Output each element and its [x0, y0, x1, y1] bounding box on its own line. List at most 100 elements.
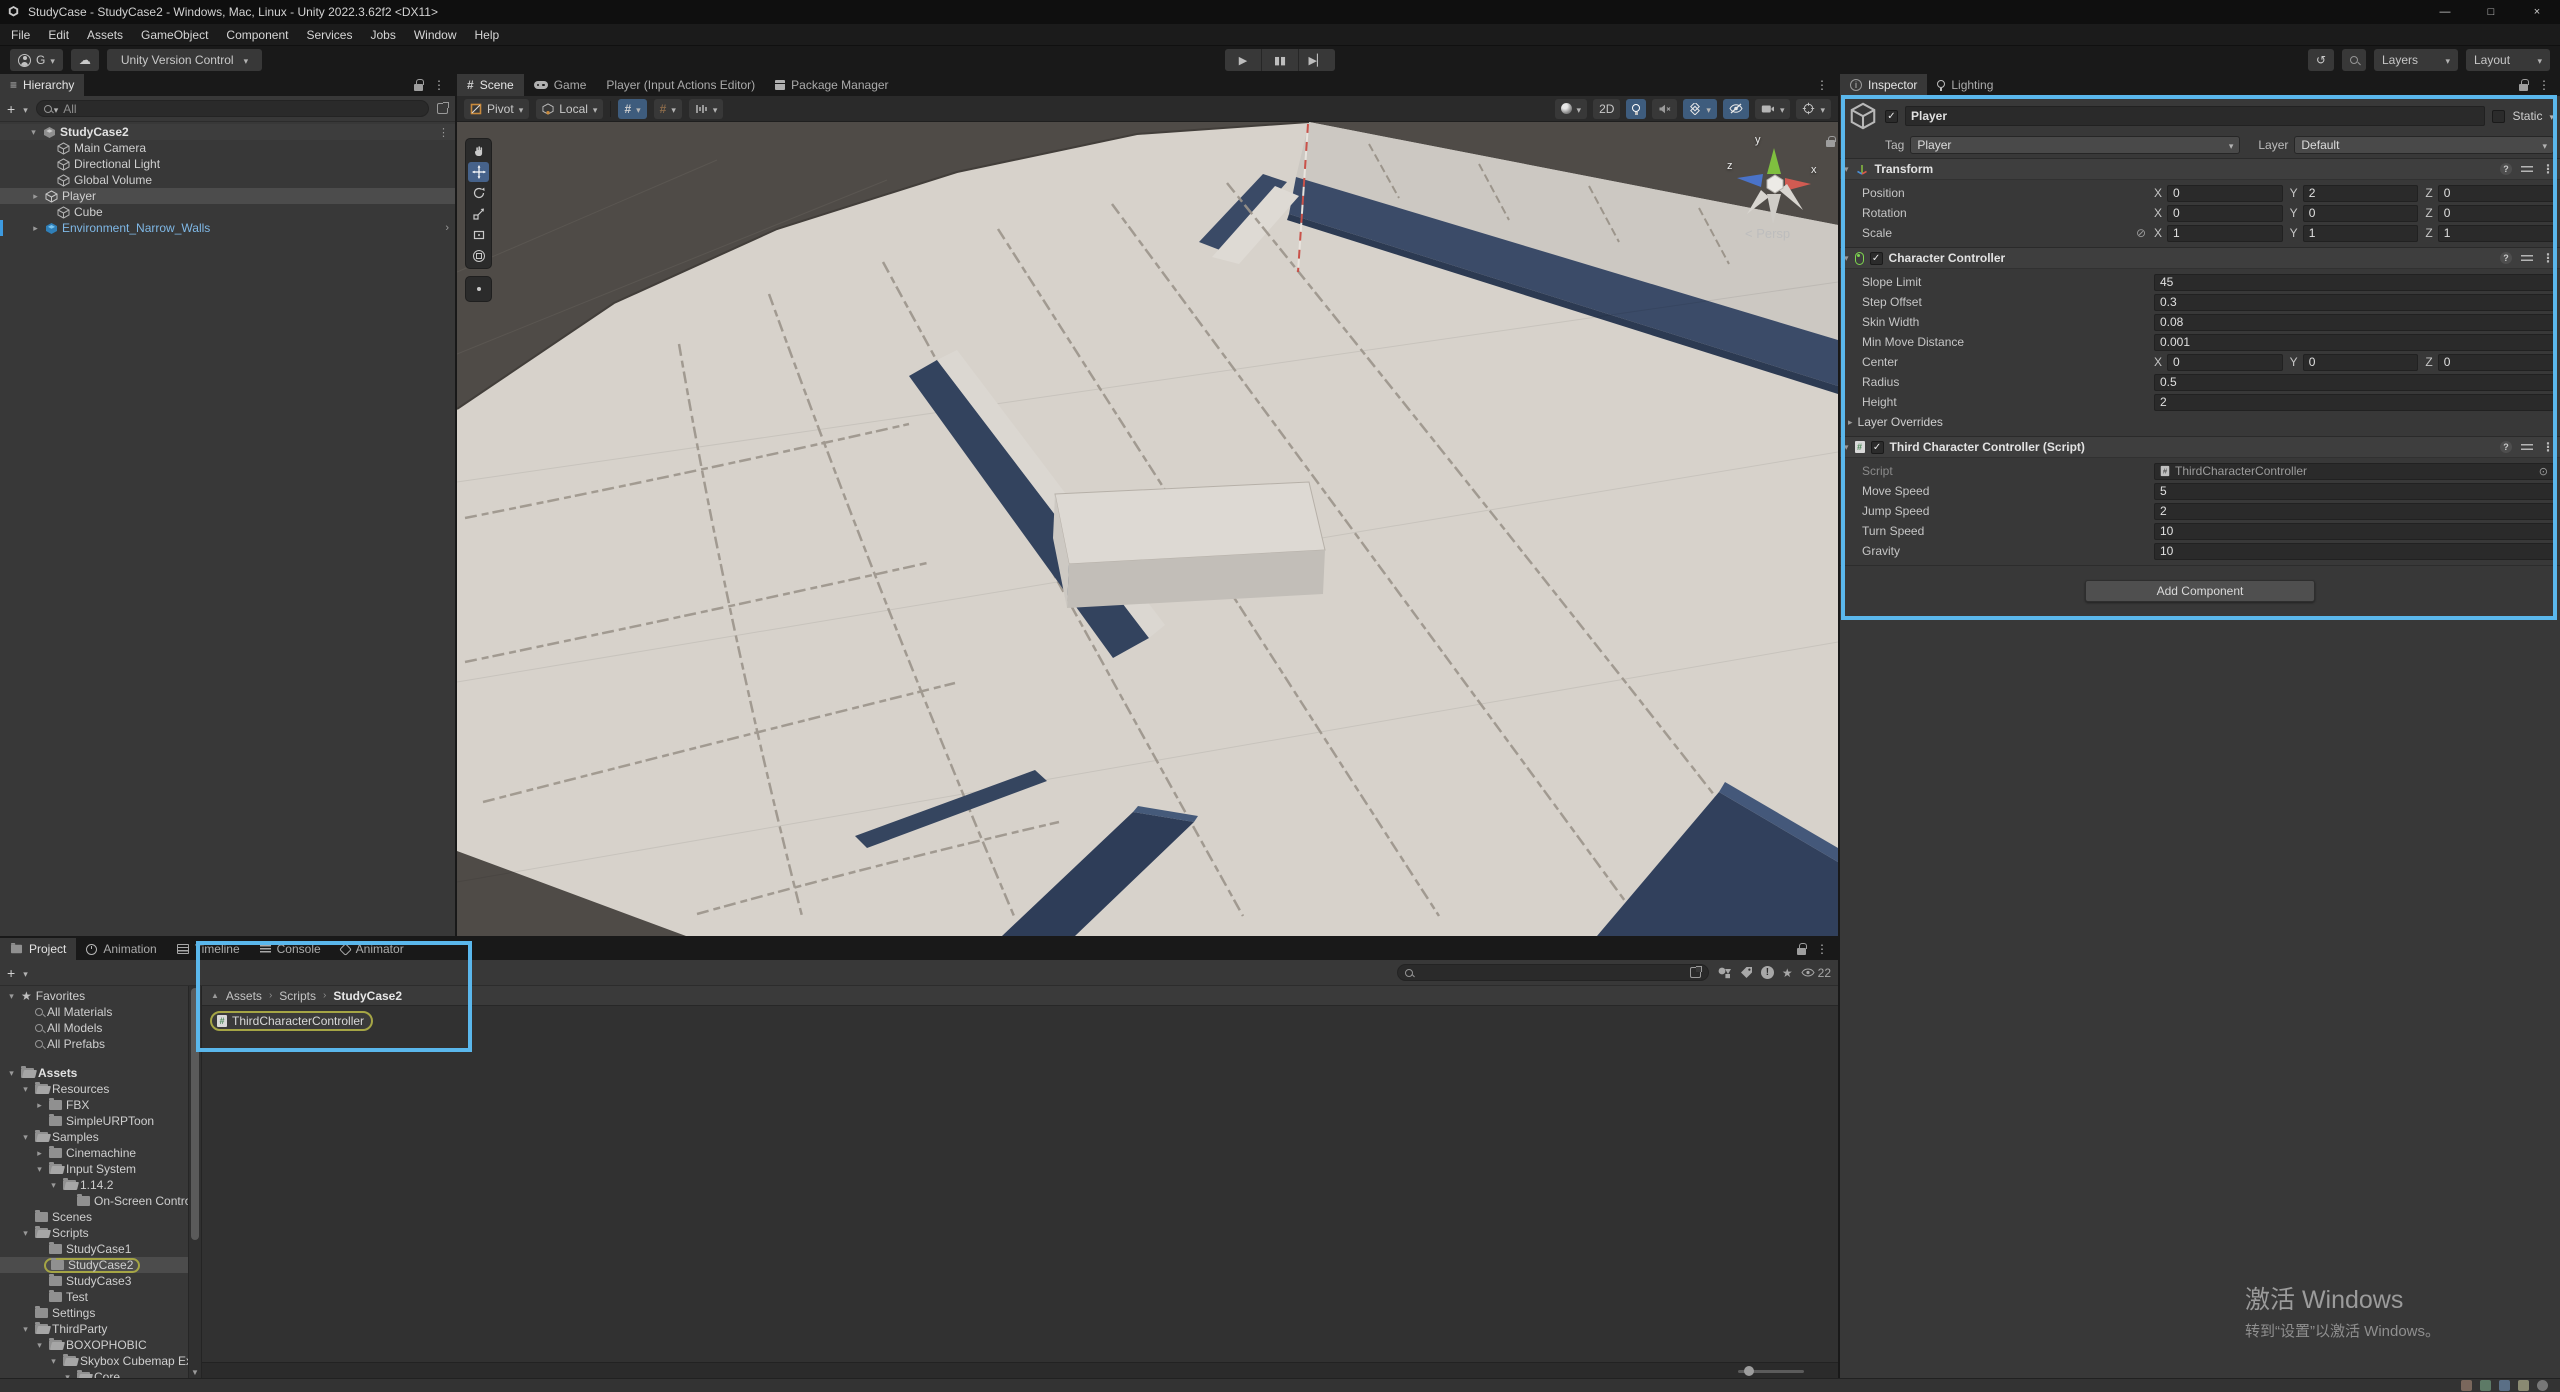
minimize-button[interactable]: — — [2422, 0, 2468, 24]
menu-edit[interactable]: Edit — [39, 24, 78, 46]
lock-icon[interactable] — [414, 84, 423, 91]
layers-dropdown[interactable]: Layers — [2374, 49, 2458, 71]
tab-timeline[interactable]: Timeline — [167, 938, 250, 960]
foldout-open-icon[interactable]: ▾ — [1844, 253, 1849, 264]
local-space-button[interactable]: Local — [536, 99, 603, 119]
menu-help[interactable]: Help — [466, 24, 509, 46]
rotation-label[interactable]: Rotation — [1862, 206, 2154, 220]
kebab-menu-icon[interactable]: ⋮ — [1816, 78, 1828, 92]
skin-width-field[interactable]: 0.08 — [2154, 314, 2554, 331]
help-icon[interactable] — [2500, 163, 2512, 175]
menu-window[interactable]: Window — [405, 24, 466, 46]
gizmo-lock-icon[interactable] — [1826, 140, 1835, 147]
2d-toggle[interactable]: 2D — [1593, 99, 1620, 119]
tab-inspector[interactable]: Inspector — [1840, 74, 1927, 96]
audio-toggle[interactable] — [1652, 99, 1677, 119]
favorites-all-materials[interactable]: All Materials — [0, 1004, 188, 1020]
tree-thirdparty[interactable]: ▾ ThirdParty — [0, 1321, 188, 1337]
axis-x-label[interactable]: x — [1811, 164, 1817, 176]
status-icon-4[interactable] — [2518, 1380, 2529, 1391]
tree-scenes[interactable]: Scenes — [0, 1209, 188, 1225]
object-picker-icon[interactable]: ⊙ — [2539, 465, 2548, 478]
scroll-down-arrow-icon[interactable]: ▼ — [191, 1368, 199, 1377]
grid-snap-toggle[interactable]: # — [618, 99, 646, 119]
hierarchy-scene-row[interactable]: ▾ StudyCase2 ⋮ — [0, 124, 455, 140]
layer-dropdown[interactable]: Default — [2294, 136, 2554, 154]
tree-studycase3[interactable]: StudyCase3 — [0, 1273, 188, 1289]
min-move-distance-field[interactable]: 0.001 — [2154, 334, 2554, 351]
favorites-all-models[interactable]: All Models — [0, 1020, 188, 1036]
tree-core[interactable]: ▾ Core — [0, 1369, 188, 1378]
center-x-field[interactable]: 0 — [2167, 354, 2283, 371]
tag-dropdown[interactable]: Player — [1910, 136, 2240, 154]
kebab-menu-icon[interactable]: ⋮ — [433, 78, 445, 92]
maximize-button[interactable]: □ — [2468, 0, 2514, 24]
version-control-button[interactable]: Unity Version Control — [107, 49, 262, 71]
gameobject-cube-icon[interactable] — [1848, 101, 1878, 131]
status-icon-2[interactable] — [2480, 1380, 2491, 1391]
component-enabled-checkbox[interactable] — [1870, 252, 1883, 265]
favorites-star-icon[interactable]: ★ — [1782, 967, 1793, 979]
hierarchy-item-global-volume[interactable]: Global Volume — [0, 172, 455, 188]
lock-icon[interactable] — [1797, 948, 1806, 955]
tree-skybox-cubemap-ext[interactable]: ▾ Skybox Cubemap Ext — [0, 1353, 188, 1369]
status-icon-5[interactable] — [2537, 1380, 2548, 1391]
expand-window-icon[interactable] — [437, 103, 448, 114]
close-button[interactable]: × — [2514, 0, 2560, 24]
tree-1-14-2[interactable]: ▾ 1.14.2 — [0, 1177, 188, 1193]
rotation-z-field[interactable]: 0 — [2438, 205, 2554, 222]
move-tool-button[interactable] — [468, 162, 489, 182]
axis-z-label[interactable]: z — [1727, 160, 1733, 172]
tree-boxophobic[interactable]: ▾ BOXOPHOBIC — [0, 1337, 188, 1353]
draw-mode-button[interactable] — [1555, 99, 1588, 119]
menu-component[interactable]: Component — [217, 24, 297, 46]
breadcrumb-assets[interactable]: Assets — [226, 989, 262, 1003]
transform-header[interactable]: ▾ Transform ⋮ — [1840, 158, 2560, 180]
tree-assets[interactable]: ▾ Assets — [0, 1065, 188, 1081]
help-icon[interactable] — [2500, 252, 2512, 264]
tab-animator[interactable]: Animator — [331, 938, 414, 960]
snap-settings-button[interactable] — [689, 99, 724, 119]
gizmos-button[interactable] — [1796, 99, 1831, 119]
gameobject-name-field[interactable]: Player — [1905, 106, 2485, 126]
script-object-field[interactable]: ThirdCharacterController ⊙ — [2154, 463, 2554, 480]
axis-y-label[interactable]: y — [1755, 134, 1761, 146]
search-by-label-icon[interactable] — [1740, 966, 1753, 979]
tree-scrollbar[interactable]: ▼ — [188, 986, 201, 1378]
layout-dropdown[interactable]: Layout — [2466, 49, 2550, 71]
search-everything-button[interactable] — [2342, 49, 2366, 71]
step-button[interactable]: ▶▏ — [1299, 49, 1335, 71]
scale-label[interactable]: Scale — [1862, 226, 2136, 240]
rotation-x-field[interactable]: 0 — [2167, 205, 2283, 222]
preset-icon[interactable] — [2521, 165, 2533, 174]
position-label[interactable]: Position — [1862, 186, 2154, 200]
layer-overrides-foldout[interactable]: ▸ Layer Overrides — [1840, 412, 2560, 432]
tree-studycase2-selected[interactable]: StudyCase2 — [0, 1257, 188, 1273]
custom-tool-button[interactable] — [465, 276, 492, 302]
jump-speed-field[interactable]: 2 — [2154, 503, 2554, 520]
foldout-open-icon[interactable]: ▾ — [28, 127, 39, 138]
script-component-header[interactable]: ▾ Third Character Controller (Script) ⋮ — [1840, 436, 2560, 458]
preset-icon[interactable] — [2521, 443, 2533, 452]
hierarchy-item-player[interactable]: ▸ Player — [0, 188, 455, 204]
position-y-field[interactable]: 2 — [2303, 185, 2419, 202]
scale-tool-button[interactable] — [468, 204, 489, 224]
create-asset-button[interactable]: + — [7, 965, 15, 981]
tree-test[interactable]: Test — [0, 1289, 188, 1305]
scale-x-field[interactable]: 1 — [2167, 225, 2283, 242]
status-icon-1[interactable] — [2461, 1380, 2472, 1391]
scrollbar-thumb[interactable] — [191, 988, 199, 1240]
menu-file[interactable]: File — [2, 24, 39, 46]
transform-tool-button[interactable] — [468, 246, 489, 266]
chevron-down-icon[interactable] — [23, 966, 28, 980]
scale-y-field[interactable]: 1 — [2303, 225, 2419, 242]
scene-visibility-toggle[interactable] — [1723, 99, 1749, 119]
pivot-mode-button[interactable]: Pivot — [464, 99, 529, 119]
foldout-open-icon[interactable]: ▾ — [1844, 164, 1849, 175]
undo-history-button[interactable]: ↺ — [2308, 49, 2334, 71]
help-icon[interactable] — [2500, 441, 2512, 453]
tree-resources[interactable]: ▾ Resources — [0, 1081, 188, 1097]
character-controller-header[interactable]: ▾ Character Controller ⋮ — [1840, 247, 2560, 269]
search-by-type-icon[interactable] — [1717, 966, 1732, 979]
move-speed-field[interactable]: 5 — [2154, 483, 2554, 500]
